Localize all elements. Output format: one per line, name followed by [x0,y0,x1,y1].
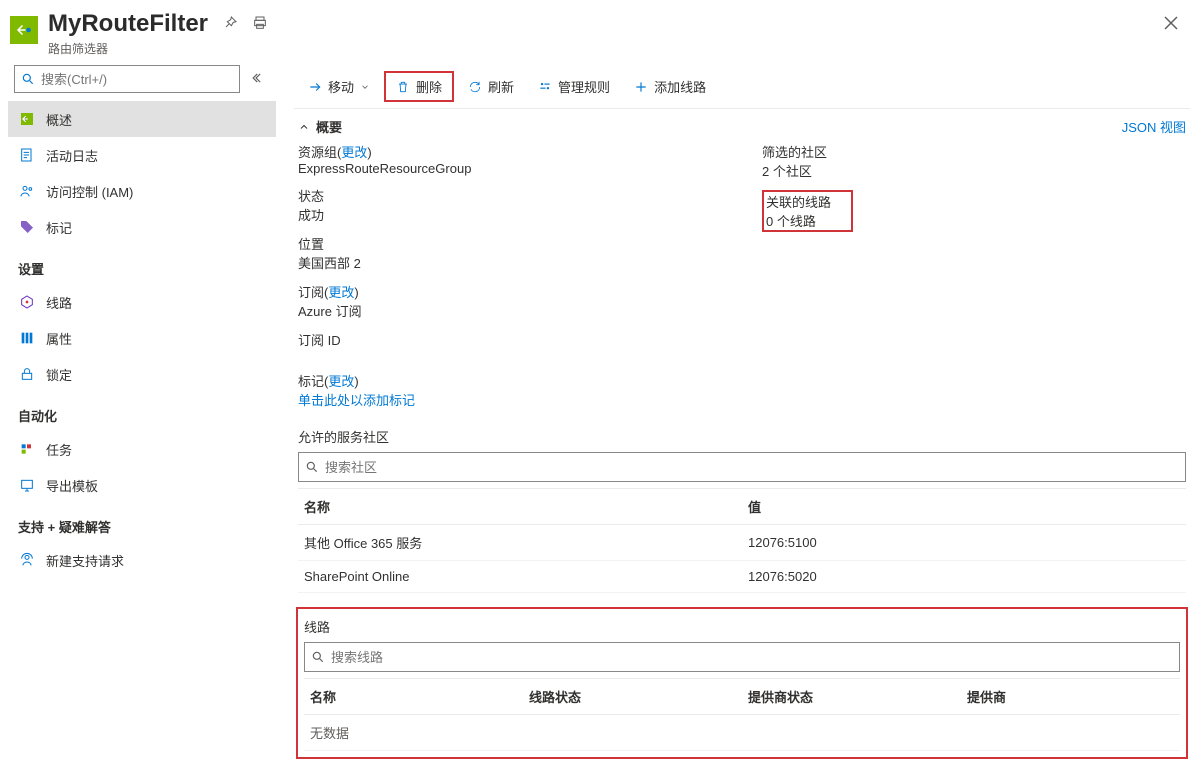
table-row[interactable]: 其他 Office 365 服务 12076:5100 [298,525,1186,561]
page-title: MyRouteFilter [48,10,208,38]
add-tag-link[interactable]: 单击此处以添加标记 [298,390,1186,409]
sidebar-section-automation: 自动化 [8,392,276,431]
change-tags-link[interactable]: 更改 [328,374,354,389]
export-icon [18,476,36,494]
sidebar-search[interactable] [14,65,240,93]
col-name[interactable]: 名称 [304,679,523,715]
sidebar-item-label: 属性 [46,329,72,348]
sidebar: 概述 活动日志 访问控制 (IAM) 标记 设置 线路 属性 [0,65,284,779]
overview-toggle[interactable]: 概要 [298,117,342,136]
tag-icon [18,218,36,236]
sidebar-item-circuits[interactable]: 线路 [8,284,276,320]
collapse-sidebar-icon[interactable] [248,67,270,92]
sidebar-section-support: 支持 + 疑难解答 [8,503,276,542]
resource-type-icon [10,16,38,44]
communities-search-input[interactable] [325,460,1179,475]
support-icon [18,551,36,569]
page-header: MyRouteFilter 路由筛选器 [0,0,1200,65]
settings-icon [538,80,552,94]
pin-icon[interactable] [222,15,238,34]
sidebar-item-label: 线路 [46,293,72,312]
print-icon[interactable] [252,15,268,34]
prop-location: 位置 美国西部 2 [298,234,722,272]
communities-search[interactable] [298,452,1186,482]
sidebar-item-overview[interactable]: 概述 [8,101,276,137]
prop-tags: 标记(更改) 单击此处以添加标记 [294,349,1190,409]
move-icon [308,80,322,94]
prop-resource-group: 资源组(更改) ExpressRouteResourceGroup [298,142,722,176]
toolbar: 移动 删除 刷新 管理规则 添加线路 [294,65,1190,109]
properties-icon [18,329,36,347]
change-subscription-link[interactable]: 更改 [328,285,354,300]
sidebar-item-label: 锁定 [46,365,72,384]
chevron-up-icon [298,121,310,133]
sidebar-section-settings: 设置 [8,245,276,284]
sidebar-item-locks[interactable]: 锁定 [8,356,276,392]
sidebar-item-activity-log[interactable]: 活动日志 [8,137,276,173]
iam-icon [18,182,36,200]
circuits-search-input[interactable] [331,650,1173,665]
circuits-section: 线路 名称 线路状态 提供商状态 提供商 无数据 [296,607,1188,759]
communities-section-title: 允许的服务社区 [294,409,1190,452]
circuits-icon [18,293,36,311]
col-value[interactable]: 值 [742,489,1186,525]
table-row[interactable]: SharePoint Online 12076:5020 [298,561,1186,593]
sidebar-item-label: 新建支持请求 [46,551,124,570]
col-provider[interactable]: 提供商 [961,679,1180,715]
delete-icon [396,80,410,94]
prop-subscription: 订阅(更改) Azure 订阅 [298,282,722,320]
circuits-table: 名称 线路状态 提供商状态 提供商 无数据 [304,678,1180,751]
sidebar-item-label: 活动日志 [46,146,98,165]
col-provider-status[interactable]: 提供商状态 [742,679,961,715]
lock-icon [18,365,36,383]
add-circuit-button[interactable]: 添加线路 [624,73,716,100]
json-view-link[interactable]: JSON 视图 [1122,117,1186,136]
sidebar-item-label: 概述 [46,110,72,129]
sidebar-item-tags[interactable]: 标记 [8,209,276,245]
circuits-search[interactable] [304,642,1180,672]
prop-associated-circuits: 关联的线路 0 个线路 [762,190,853,232]
table-row-nodata: 无数据 [304,715,1180,751]
prop-subscription-id: 订阅 ID [298,330,722,349]
delete-button[interactable]: 删除 [384,71,454,102]
manage-rules-button[interactable]: 管理规则 [528,73,620,100]
sidebar-item-iam[interactable]: 访问控制 (IAM) [8,173,276,209]
refresh-icon [468,80,482,94]
main-content: 移动 删除 刷新 管理规则 添加线路 [284,65,1200,779]
sidebar-item-export-template[interactable]: 导出模板 [8,467,276,503]
tasks-icon [18,440,36,458]
circuits-section-title: 线路 [300,611,1184,642]
sidebar-item-properties[interactable]: 属性 [8,320,276,356]
sidebar-search-input[interactable] [41,72,233,87]
resource-group-link[interactable]: ExpressRouteResourceGroup [298,161,722,176]
prop-status: 状态 成功 [298,186,722,224]
page-subtitle: 路由筛选器 [48,40,1158,57]
sidebar-item-label: 导出模板 [46,476,98,495]
col-name[interactable]: 名称 [298,489,742,525]
close-icon[interactable] [1158,10,1184,39]
sidebar-item-label: 任务 [46,440,72,459]
activity-log-icon [18,146,36,164]
subscription-link[interactable]: Azure 订阅 [298,301,722,320]
communities-table: 名称 值 其他 Office 365 服务 12076:5100 SharePo… [298,488,1186,593]
move-button[interactable]: 移动 [298,73,380,100]
refresh-button[interactable]: 刷新 [458,73,524,100]
chevron-down-icon [360,82,370,92]
change-resource-group-link[interactable]: 更改 [341,145,367,160]
sidebar-item-label: 访问控制 (IAM) [46,182,133,201]
plus-icon [634,80,648,94]
overview-icon [18,110,36,128]
sidebar-item-tasks[interactable]: 任务 [8,431,276,467]
col-circuit-status[interactable]: 线路状态 [523,679,742,715]
prop-communities: 筛选的社区 2 个社区 [762,142,1186,180]
search-icon [311,650,325,664]
search-icon [21,72,35,86]
sidebar-item-label: 标记 [46,218,72,237]
search-icon [305,460,319,474]
sidebar-item-new-support[interactable]: 新建支持请求 [8,542,276,578]
